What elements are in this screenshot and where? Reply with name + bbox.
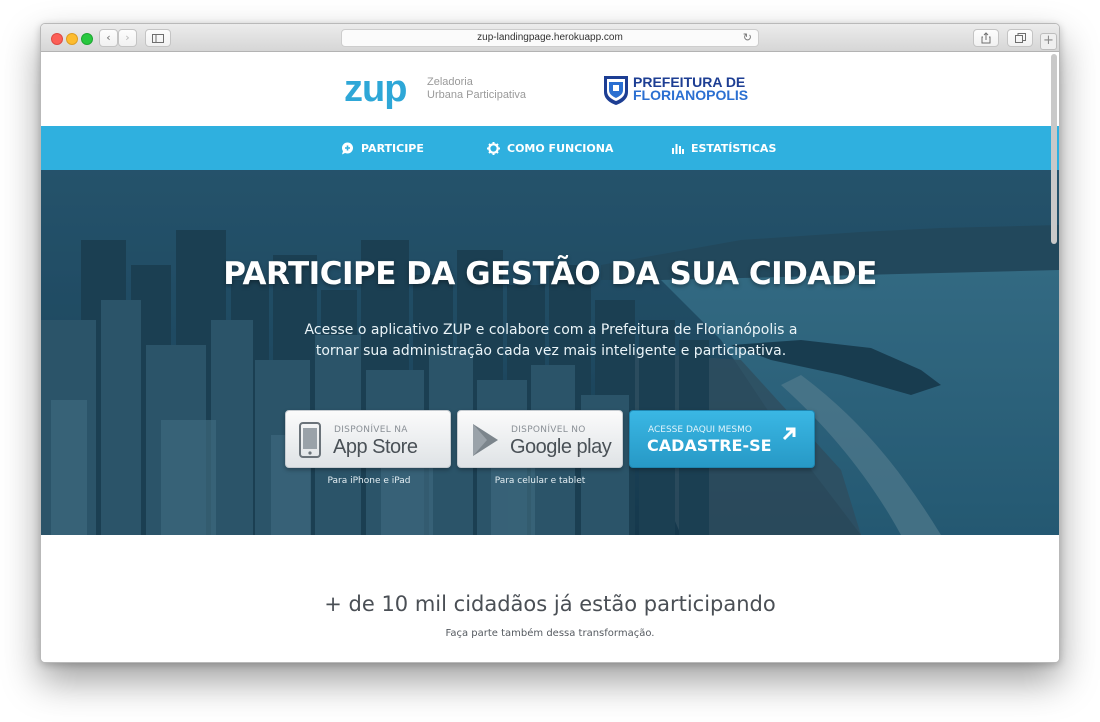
browser-window: ‹ › zup-landingpage.herokuapp.com ↻ zup … [40, 23, 1060, 663]
page-scrollbar[interactable] [1051, 54, 1057, 244]
google-play-button[interactable]: DISPONÍVEL NO Google play [457, 410, 623, 468]
app-store-label: App Store [333, 436, 418, 458]
url-text: zup-landingpage.herokuapp.com [477, 32, 623, 43]
gear-icon [487, 141, 500, 155]
page-content: zup Zeladoria Urbana Participativa PREFE… [41, 52, 1059, 662]
reload-icon[interactable]: ↻ [743, 30, 752, 46]
google-play-small-label: DISPONÍVEL NO [511, 425, 586, 435]
tabs-icon [1014, 33, 1026, 43]
forward-button[interactable]: › [118, 29, 137, 47]
tagline-line2: Urbana Participativa [427, 89, 527, 101]
back-button[interactable]: ‹ [99, 29, 118, 47]
nav-participe-label: PARTICIPE [361, 141, 424, 155]
close-window-button[interactable] [51, 33, 63, 45]
minimize-window-button[interactable] [66, 33, 78, 45]
signup-label: CADASTRE-SE [647, 436, 772, 455]
forward-icon: › [125, 31, 130, 44]
zup-tagline: Zeladoria Urbana Participativa [427, 76, 526, 102]
nav-como-funciona-label: COMO FUNCIONA [507, 141, 614, 155]
nav-estatisticas[interactable]: ESTATÍSTICAS [671, 126, 776, 170]
city-crest-icon [604, 76, 628, 105]
nav-estatisticas-label: ESTATÍSTICAS [691, 141, 777, 155]
share-icon [981, 32, 991, 44]
back-icon: ‹ [106, 31, 111, 44]
address-bar[interactable]: zup-landingpage.herokuapp.com ↻ [341, 29, 759, 47]
sidebar-icon [152, 34, 164, 43]
tabs-overview-button[interactable] [1007, 29, 1033, 47]
new-tab-button[interactable]: + [1040, 33, 1057, 50]
share-button[interactable] [973, 29, 999, 47]
signup-button[interactable]: ACESSE DAQUI MESMO CADASTRE-SE [629, 410, 815, 468]
google-play-caption: Para celular e tablet [494, 476, 586, 486]
signup-small-label: ACESSE DAQUI MESMO [648, 425, 752, 435]
stats-subline: Faça parte também dessa transformação. [445, 628, 655, 639]
hero-title: PARTICIPE DA GESTÃO DA SUA CIDADE [223, 256, 877, 292]
app-store-small-label: DISPONÍVEL NA [334, 425, 408, 435]
hero-section: PARTICIPE DA GESTÃO DA SUA CIDADE Acesse… [41, 170, 1059, 535]
hero-subtitle-line2: tornar sua administração cada vez mais i… [315, 343, 787, 359]
zup-logo[interactable]: zup [344, 66, 407, 112]
site-header: zup Zeladoria Urbana Participativa PREFE… [41, 52, 1059, 126]
iphone-icon [299, 422, 321, 458]
sidebar-toggle-button[interactable] [145, 29, 171, 47]
nav-como-funciona[interactable]: COMO FUNCIONA [487, 126, 613, 170]
arrow-up-right-icon [782, 427, 796, 441]
tagline-line1: Zeladoria [427, 76, 473, 88]
app-store-caption: Para iPhone e iPad [327, 476, 411, 486]
main-nav: PARTICIPE COMO FUNCIONA ESTATÍSTICAS [41, 126, 1059, 170]
google-play-icon [473, 424, 498, 456]
app-store-button[interactable]: DISPONÍVEL NA App Store [285, 410, 451, 468]
prefeitura-line2: FLORIANOPOLIS [633, 87, 749, 103]
chat-bubble-icon [342, 142, 353, 154]
nav-participe[interactable]: PARTICIPE [341, 126, 424, 170]
stats-headline: + de 10 mil cidadãos já estão participan… [324, 592, 776, 616]
google-play-label: Google play [510, 436, 612, 458]
zoom-window-button[interactable] [81, 33, 93, 45]
browser-toolbar: ‹ › zup-landingpage.herokuapp.com ↻ [41, 24, 1059, 52]
bar-chart-icon [672, 143, 684, 154]
hero-subtitle-line1: Acesse o aplicativo ZUP e colabore com a… [304, 322, 798, 338]
hero-subtitle: Acesse o aplicativo ZUP e colabore com a… [291, 320, 811, 362]
prefeitura-logo[interactable]: PREFEITURA DE FLORIANOPOLIS [633, 75, 749, 103]
